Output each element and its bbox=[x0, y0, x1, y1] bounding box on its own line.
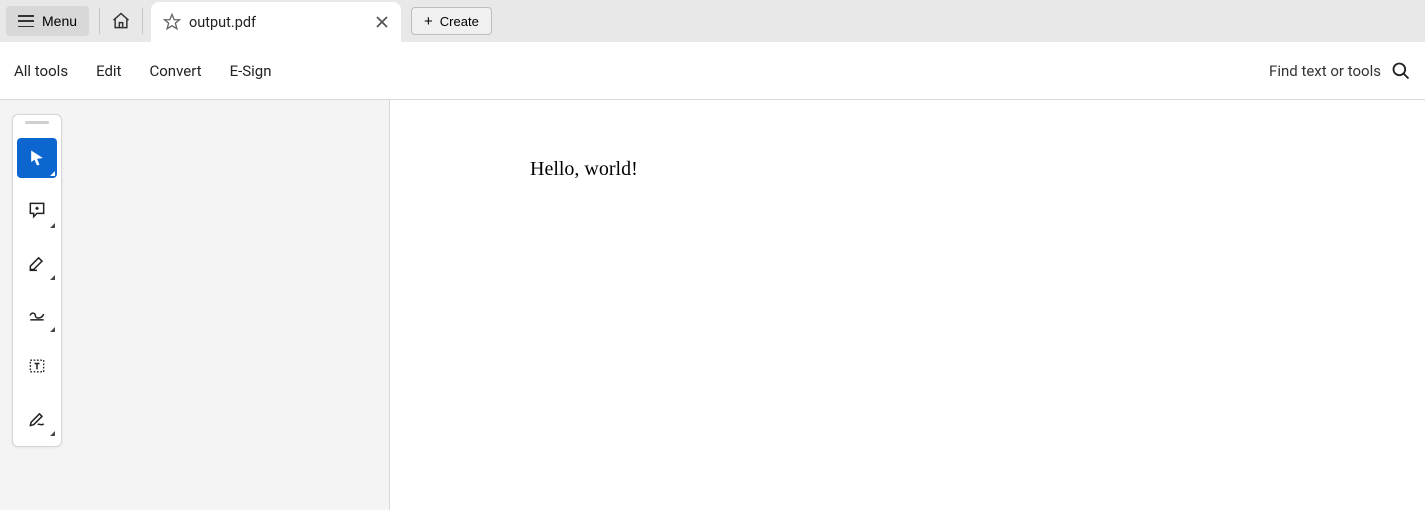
select-tool[interactable] bbox=[17, 138, 57, 178]
create-button[interactable]: + Create bbox=[411, 7, 492, 35]
comment-icon bbox=[27, 200, 47, 220]
separator bbox=[142, 8, 143, 34]
tool-panel bbox=[12, 114, 62, 447]
toolbar-item-esign[interactable]: E-Sign bbox=[230, 62, 272, 80]
document-text: Hello, world! bbox=[530, 158, 1365, 181]
plus-icon: + bbox=[424, 14, 433, 29]
document-tab[interactable]: output.pdf bbox=[151, 2, 401, 42]
tab-title: output.pdf bbox=[189, 14, 365, 31]
home-button[interactable] bbox=[104, 6, 138, 36]
toolbar-item-edit[interactable]: Edit bbox=[96, 62, 121, 80]
home-icon bbox=[111, 11, 131, 31]
sidebar-column bbox=[0, 100, 390, 510]
text-box-icon bbox=[27, 356, 47, 376]
create-label: Create bbox=[440, 14, 479, 29]
highlighter-icon bbox=[27, 252, 47, 272]
highlight-tool[interactable] bbox=[17, 242, 57, 282]
menu-label: Menu bbox=[42, 13, 77, 29]
fill-sign-tool[interactable] bbox=[17, 398, 57, 438]
menu-button[interactable]: Menu bbox=[6, 6, 89, 36]
drag-handle[interactable] bbox=[25, 121, 49, 124]
toolbar-item-convert[interactable]: Convert bbox=[149, 62, 201, 80]
content-area: Hello, world! bbox=[0, 100, 1425, 510]
cursor-icon bbox=[27, 148, 47, 168]
tab-bar: Menu output.pdf + Create bbox=[0, 0, 1425, 42]
toolbar-item-all-tools[interactable]: All tools bbox=[14, 62, 68, 80]
star-icon bbox=[163, 13, 181, 31]
comment-tool[interactable] bbox=[17, 190, 57, 230]
search-label: Find text or tools bbox=[1269, 62, 1381, 80]
search-icon bbox=[1391, 61, 1411, 81]
close-tab-button[interactable] bbox=[373, 13, 391, 31]
draw-icon bbox=[27, 304, 47, 324]
hamburger-icon bbox=[18, 15, 34, 27]
search-button[interactable]: Find text or tools bbox=[1269, 61, 1411, 81]
close-icon bbox=[376, 16, 388, 28]
document-page[interactable]: Hello, world! bbox=[390, 100, 1425, 510]
separator bbox=[99, 8, 100, 34]
draw-tool[interactable] bbox=[17, 294, 57, 334]
sign-icon bbox=[27, 408, 47, 428]
text-box-tool[interactable] bbox=[17, 346, 57, 386]
utility-toolbar: All tools Edit Convert E-Sign Find text … bbox=[0, 42, 1425, 100]
